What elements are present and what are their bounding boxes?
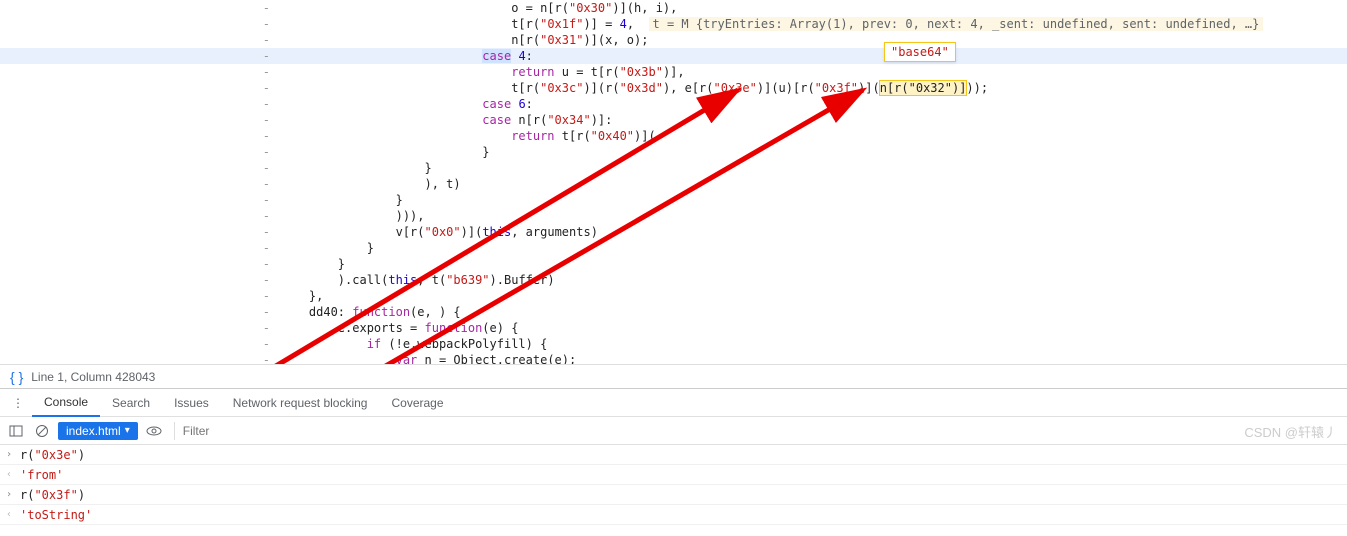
- gutter-dash: -: [0, 224, 280, 240]
- code-line[interactable]: t[r("0x3c")](r("0x3d"), e[r("0x3e")](u)[…: [280, 80, 1347, 96]
- code-line[interactable]: case 6:: [280, 96, 1347, 112]
- tab-network-blocking[interactable]: Network request blocking: [221, 389, 380, 417]
- sidebar-toggle-icon[interactable]: [6, 421, 26, 441]
- output-arrow-icon: ‹: [6, 509, 20, 520]
- tab-coverage[interactable]: Coverage: [379, 389, 455, 417]
- gutter-dash: -: [0, 80, 280, 96]
- tab-issues[interactable]: Issues: [162, 389, 221, 417]
- context-selector[interactable]: index.html: [58, 422, 138, 440]
- tab-console[interactable]: Console: [32, 389, 100, 417]
- gutter-dash: -: [0, 160, 280, 176]
- console-drawer: ⋮ Console Search Issues Network request …: [0, 388, 1347, 536]
- more-tabs-icon[interactable]: ⋮: [4, 396, 32, 410]
- gutter-dash: -: [0, 272, 280, 288]
- value-tooltip: "base64": [884, 42, 956, 62]
- code-line[interactable]: ).call(this, t("b639").Buffer): [280, 272, 1347, 288]
- gutter-dash: -: [0, 128, 280, 144]
- gutter-dash: -: [0, 336, 280, 352]
- code-line-highlighted[interactable]: case 4:: [280, 48, 1347, 64]
- code-editor[interactable]: - o = n[r("0x30")](h, i), - t[r("0x1f")]…: [0, 0, 1347, 364]
- console-input-row[interactable]: r("0x3f"): [20, 488, 1341, 502]
- code-line[interactable]: o = n[r("0x30")](h, i),: [280, 0, 1347, 16]
- drawer-tabs: ⋮ Console Search Issues Network request …: [0, 389, 1347, 417]
- gutter-dash: -: [0, 304, 280, 320]
- code-line[interactable]: case n[r("0x34")]:: [280, 112, 1347, 128]
- filter-input[interactable]: [174, 422, 1341, 440]
- gutter-dash: -: [0, 288, 280, 304]
- highlighted-expression[interactable]: n[r("0x32")]: [880, 81, 967, 95]
- code-line[interactable]: dd40: function(e, ) {: [280, 304, 1347, 320]
- console-toolbar: index.html: [0, 417, 1347, 445]
- code-line[interactable]: ), t): [280, 176, 1347, 192]
- gutter-dash: -: [0, 144, 280, 160]
- code-line[interactable]: return t[r("0x40")](: [280, 128, 1347, 144]
- code-line[interactable]: },: [280, 288, 1347, 304]
- code-line[interactable]: return u = t[r("0x3b")],: [280, 64, 1347, 80]
- code-line[interactable]: v[r("0x0")](this, arguments): [280, 224, 1347, 240]
- tab-search[interactable]: Search: [100, 389, 162, 417]
- watermark: CSDN @轩辕丿: [1244, 422, 1337, 441]
- code-line[interactable]: }: [280, 240, 1347, 256]
- output-arrow-icon: ‹: [6, 469, 20, 480]
- inline-eval-tooltip: t = M {tryEntries: Array(1), prev: 0, ne…: [649, 17, 1264, 31]
- code-line[interactable]: ))),: [280, 208, 1347, 224]
- console-output-row: 'toString': [20, 508, 1341, 522]
- gutter-dash: -: [0, 32, 280, 48]
- gutter-dash: -: [0, 96, 280, 112]
- status-bar: { } Line 1, Column 428043: [0, 364, 1347, 388]
- gutter-dash: -: [0, 208, 280, 224]
- gutter-dash: -: [0, 256, 280, 272]
- gutter-dash: -: [0, 192, 280, 208]
- console-output-row: 'from': [20, 468, 1341, 482]
- console-input-row[interactable]: r("0x3e"): [20, 448, 1341, 462]
- clear-console-icon[interactable]: [32, 421, 52, 441]
- gutter-dash: -: [0, 320, 280, 336]
- gutter-dash: -: [0, 64, 280, 80]
- input-arrow-icon: ›: [6, 449, 20, 460]
- code-line[interactable]: }: [280, 144, 1347, 160]
- input-arrow-icon: ›: [6, 489, 20, 500]
- pretty-print-icon[interactable]: { }: [10, 369, 23, 385]
- code-line[interactable]: n[r("0x31")](x, o);: [280, 32, 1347, 48]
- gutter-dash: -: [0, 48, 280, 64]
- code-line[interactable]: t[r("0x1f")] = 4, t = M {tryEntries: Arr…: [280, 16, 1347, 32]
- gutter-dash: -: [0, 176, 280, 192]
- code-line[interactable]: }: [280, 192, 1347, 208]
- code-line[interactable]: }: [280, 256, 1347, 272]
- console-output[interactable]: ›r("0x3e") ‹'from' ›r("0x3f") ‹'toString…: [0, 445, 1347, 536]
- code-line[interactable]: }: [280, 160, 1347, 176]
- gutter-dash: -: [0, 16, 280, 32]
- cursor-position: Line 1, Column 428043: [31, 370, 155, 384]
- gutter-dash: -: [0, 0, 280, 16]
- code-line[interactable]: e.exports = function(e) {: [280, 320, 1347, 336]
- gutter-dash: -: [0, 240, 280, 256]
- code-line[interactable]: if (!e.webpackPolyfill) {: [280, 336, 1347, 352]
- gutter-dash: -: [0, 352, 280, 364]
- code-line[interactable]: var n = Object.create(e);: [280, 352, 1347, 364]
- live-expression-icon[interactable]: [144, 421, 164, 441]
- gutter-dash: -: [0, 112, 280, 128]
